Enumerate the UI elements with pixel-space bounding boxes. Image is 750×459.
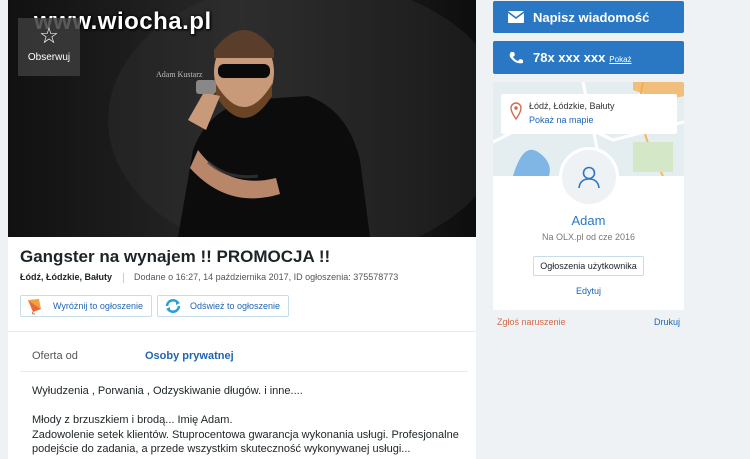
promote-button[interactable]: Wyróżnij to ogłoszenie [20, 295, 152, 317]
refresh-icon [165, 299, 181, 313]
divider [8, 331, 476, 332]
kite-icon [28, 299, 41, 315]
phone-number: 78x xxx xxx [533, 50, 606, 65]
map-location-text: Łódź, Łódzkie, Bałuty [529, 101, 615, 111]
observe-button[interactable]: ☆ Obserwuj [18, 18, 80, 76]
ad-location: Łódź, Łódzkie, Bałuty [20, 272, 113, 282]
phone-icon [509, 51, 523, 63]
description-line: Zadowolenie setek klientów. Stuprocentow… [32, 428, 459, 441]
star-icon: ☆ [39, 23, 59, 48]
show-on-map-link[interactable]: Pokaż na mapie [529, 115, 594, 125]
phone-button[interactable]: 78x xxx xxx Pokaż [493, 41, 684, 74]
report-link[interactable]: Zgłoś naruszenie [497, 317, 566, 327]
refresh-label: Odśwież to ogłoszenie [190, 301, 281, 311]
message-button[interactable]: Napisz wiadomość [493, 1, 684, 33]
edit-link[interactable]: Edytuj [493, 286, 684, 296]
description-line [32, 399, 472, 414]
seller-card: Łódź, Łódzkie, Bałuty Pokaż na mapie Ada… [493, 82, 684, 310]
print-link[interactable]: Drukuj [654, 317, 680, 327]
map-pin-icon [510, 102, 522, 120]
envelope-icon [507, 11, 525, 23]
phone-show-link[interactable]: Pokaż [609, 55, 631, 64]
photo-signature: Adam Kustarz [156, 70, 203, 79]
message-label: Napisz wiadomość [533, 9, 650, 25]
offer-label: Oferta od [32, 350, 78, 362]
description-line: podejście do zadania, a przede wszystkim… [32, 443, 411, 455]
map-location-tooltip: Łódź, Łódzkie, Bałuty Pokaż na mapie [501, 94, 677, 134]
user-name[interactable]: Adam [493, 213, 684, 228]
meta-separator [122, 272, 124, 283]
ad-date-info: Dodane o 16:27, 14 października 2017, ID… [134, 272, 399, 282]
ad-meta: Łódź, Łódzkie, Bałuty Dodane o 16:27, 14… [20, 272, 398, 283]
member-since: Na OLX.pl od cze 2016 [541, 232, 636, 242]
user-ads-button[interactable]: Ogłoszenia użytkownika [533, 256, 644, 276]
promote-label: Wyróżnij to ogłoszenie [53, 301, 143, 311]
offer-value[interactable]: Osoby prywatnej [145, 350, 234, 362]
user-icon [578, 166, 600, 189]
description-line: Wyłudzenia , Porwania , Odzyskiwanie dłu… [32, 385, 303, 397]
ad-description: Wyłudzenia , Porwania , Odzyskiwanie dłu… [32, 384, 472, 457]
avatar[interactable] [559, 147, 619, 207]
refresh-button[interactable]: Odśwież to ogłoszenie [157, 295, 290, 317]
description-line: Młody z brzuszkiem i brodą... Imię Adam. [32, 414, 233, 426]
ad-photo[interactable]: www.wiocha.pl ☆ Obserwuj Adam Kustarz [8, 0, 476, 237]
ad-title: Gangster na wynajem !! PROMOCJA !! [20, 247, 331, 266]
offer-row: Oferta od Osoby prywatnej [20, 342, 468, 372]
observe-label: Obserwuj [27, 52, 71, 63]
ad-main-panel: www.wiocha.pl ☆ Obserwuj Adam Kustarz Ga… [8, 0, 476, 459]
